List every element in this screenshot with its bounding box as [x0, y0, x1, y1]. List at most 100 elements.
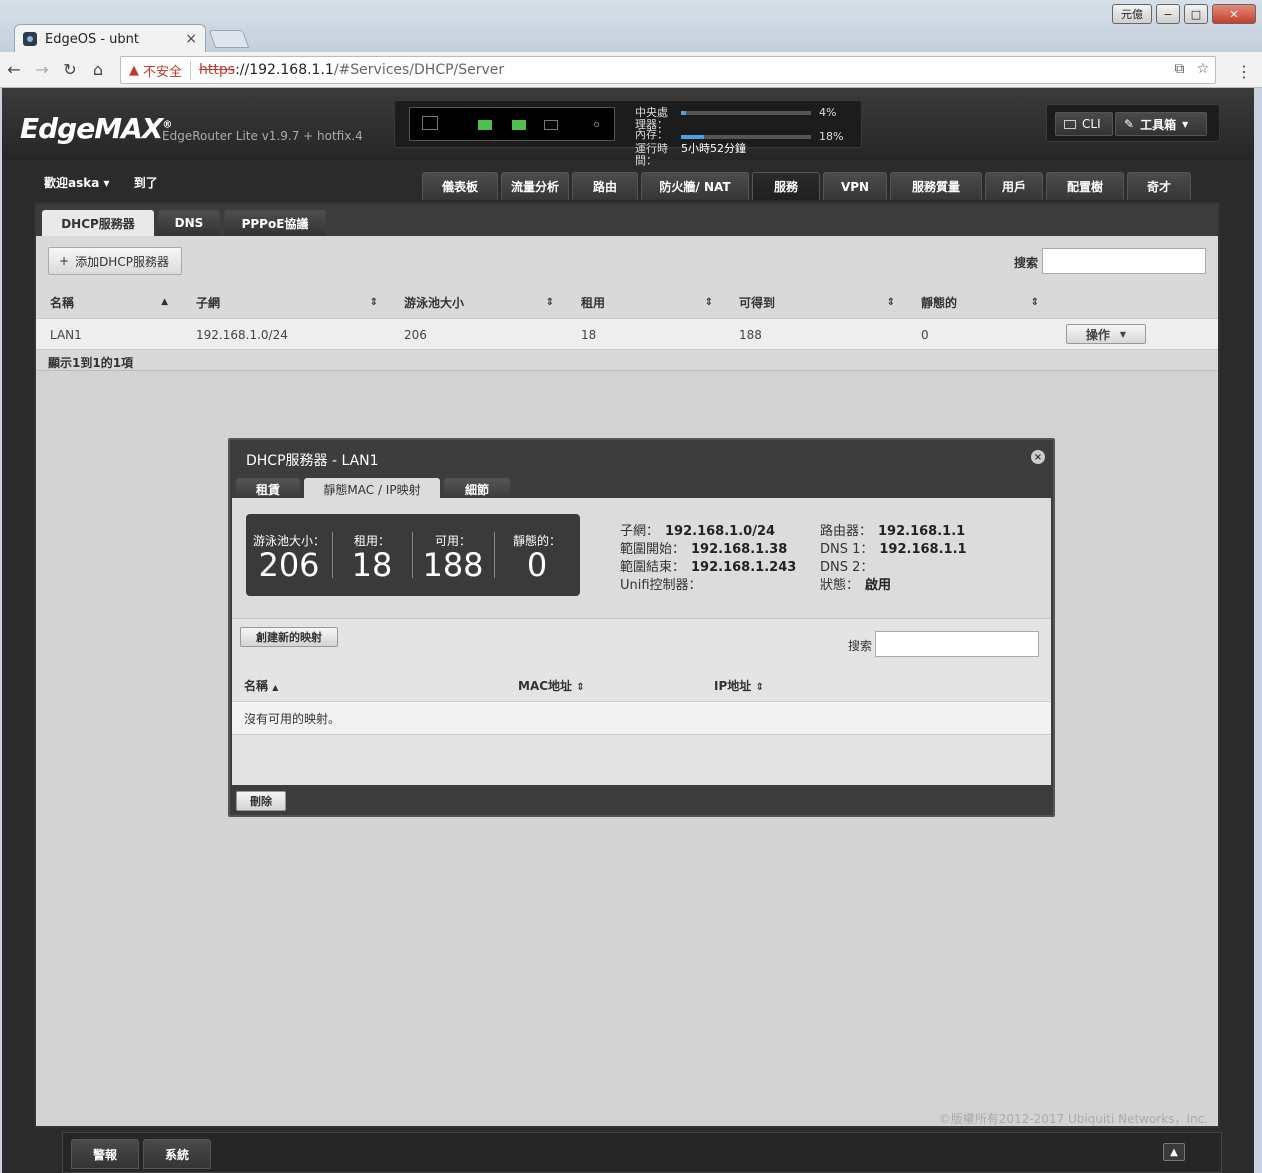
col-header-mapping-name[interactable]: 名稱 ▲	[244, 677, 278, 694]
sort-icon: ⇕	[704, 296, 713, 308]
memory-bar-fill	[681, 135, 705, 139]
info-unifi-controller: Unifi控制器：	[620, 578, 702, 593]
col-header-leased[interactable]: 租用 ⇕	[581, 286, 713, 318]
back-icon[interactable]: ←	[0, 60, 28, 79]
url-path: /#Services/DHCP/Server	[333, 62, 505, 78]
tab-leases[interactable]: 租賃	[236, 478, 300, 500]
nav-config-tree[interactable]: 配置樹	[1046, 172, 1124, 200]
tab-dhcp-server[interactable]: DHCP服務器	[42, 210, 154, 236]
static-mapping-section: 創建新的映射 搜索 名稱 ▲ MAC地址 ⇕ IP地址 ⇕ 沒有可用的映射。	[232, 618, 1051, 785]
plus-icon: +	[59, 254, 70, 268]
nav-services[interactable]: 服務	[752, 172, 820, 200]
col-header-name[interactable]: 名稱 ▲	[50, 286, 168, 318]
tab-details[interactable]: 細節	[444, 478, 510, 500]
service-subtabs: DHCP服務器 DNS PPPoE協議	[36, 204, 1218, 236]
translate-icon[interactable]: ⧉	[1174, 61, 1184, 77]
maximize-button[interactable]: □	[1184, 4, 1208, 24]
new-tab-button[interactable]	[208, 30, 250, 48]
nav-wizards[interactable]: 奇才	[1127, 172, 1191, 200]
url-protocol: https	[199, 62, 236, 78]
console-port-icon	[422, 116, 438, 130]
window-controls: 元億 − □ ✕	[1112, 4, 1256, 24]
tab-close-icon[interactable]: ×	[185, 31, 197, 47]
address-bar[interactable]: ▲ 不安全 https ://192.168.1.1 /#Services/DH…	[120, 56, 1216, 84]
browser-tab[interactable]: EdgeOS - ubnt ×	[14, 24, 206, 53]
not-secure-label: 不安全	[143, 60, 192, 80]
col-header-pool-size[interactable]: 游泳池大小 ⇕	[404, 286, 554, 318]
add-dhcp-server-button[interactable]: + 添加DHCP服務器	[48, 247, 182, 275]
eth2-port-icon	[544, 120, 558, 130]
tab-pppoe[interactable]: PPPoE協議	[224, 210, 326, 236]
close-icon[interactable]: ×	[1031, 450, 1045, 464]
memory-percent: 18%	[819, 130, 844, 143]
warning-icon: ▲	[129, 62, 139, 78]
col-header-mac[interactable]: MAC地址 ⇕	[518, 677, 585, 694]
dhcp-server-dialog: DHCP服務器 - LAN1 × 租賃 靜態MAC / IP映射 細節 游泳池大…	[228, 438, 1055, 817]
sort-icon: ⇕	[369, 296, 378, 308]
bottom-bar: 警報 系統 ▲	[62, 1132, 1222, 1173]
system-button[interactable]: 系統	[143, 1139, 211, 1169]
alerts-button[interactable]: 警報	[71, 1139, 139, 1169]
info-subnet: 子網： 192.168.1.0/24	[620, 524, 776, 539]
nav-vpn[interactable]: VPN	[823, 172, 887, 200]
search-input[interactable]	[1042, 248, 1206, 274]
table-row[interactable]: LAN1 192.168.1.0/24 206 18 188 0 操作 ▼	[36, 318, 1218, 350]
tab-dns[interactable]: DNS	[158, 210, 220, 236]
toolbox-button[interactable]: ✎ 工具箱 ▼	[1115, 112, 1207, 136]
edgemax-logo: EdgeMAX®	[20, 112, 172, 145]
cpu-percent: 4%	[819, 106, 837, 119]
tab-static-mapping[interactable]: 靜態MAC / IP映射	[304, 478, 440, 500]
bookmark-star-icon[interactable]: ☆	[1196, 61, 1209, 77]
sort-icon: ⇕	[886, 296, 895, 308]
cell-available: 188	[739, 328, 762, 342]
col-header-available[interactable]: 可得到 ⇕	[739, 286, 895, 318]
chevron-up-icon[interactable]: ▲	[1163, 1143, 1185, 1161]
nav-traffic-analysis[interactable]: 流量分析	[501, 172, 569, 200]
status-panel: 中央處理器： 4% 內存： 18% 運行時間： 5小時52分鐘	[394, 100, 862, 167]
copyright: ©版權所有2012-2017 Ubiquiti Networks，Inc.	[938, 1112, 1208, 1126]
sort-icon: ⇕	[576, 682, 585, 693]
nav-qos[interactable]: 服務質量	[890, 172, 982, 200]
nav-dashboard[interactable]: 儀表板	[422, 172, 498, 200]
col-header-ip[interactable]: IP地址 ⇕	[714, 677, 764, 694]
cell-subnet: 192.168.1.0/24	[196, 328, 288, 342]
dialog-title: DHCP服務器 - LAN1	[246, 453, 379, 469]
summary-available: 可用： 188	[422, 534, 484, 584]
uptime-value: 5小時52分鐘	[681, 142, 746, 155]
nav-users[interactable]: 用戶	[985, 172, 1043, 200]
url-host: ://192.168.1.1	[235, 62, 334, 78]
col-header-static[interactable]: 靜態的 ⇕	[921, 286, 1039, 318]
profile-button[interactable]: 元億	[1112, 4, 1152, 24]
uptime-label: 運行時間：	[635, 142, 668, 167]
delete-button[interactable]: 刪除	[236, 791, 286, 811]
sort-asc-icon: ▲	[272, 683, 279, 692]
info-dns1: DNS 1： 192.168.1.1	[820, 542, 967, 557]
nav-routing[interactable]: 路由	[572, 172, 638, 200]
logout-link[interactable]: 到了	[134, 176, 158, 190]
welcome-user[interactable]: 歡迎aska ▾	[44, 176, 110, 190]
create-mapping-button[interactable]: 創建新的映射	[240, 627, 338, 647]
browser-toolbar: ← → ↻ ⌂ ▲ 不安全 https ://192.168.1.1 /#Ser…	[0, 52, 1262, 88]
table-footer-count: 顯示1到1的1項	[48, 356, 134, 370]
dialog-body: 游泳池大小： 206 租用： 18 可用： 188 靜態的： 0 子網： 192.168.…	[232, 498, 1051, 785]
forward-icon[interactable]: →	[28, 60, 56, 79]
actions-button[interactable]: 操作 ▼	[1066, 324, 1146, 344]
reload-icon[interactable]: ↻	[56, 60, 84, 79]
port-status	[409, 107, 615, 141]
sort-asc-icon: ▲	[161, 297, 168, 307]
home-icon[interactable]: ⌂	[84, 60, 112, 79]
mapping-search-input[interactable]	[875, 631, 1039, 657]
minimize-button[interactable]: −	[1156, 4, 1180, 24]
cell-leased: 18	[581, 328, 597, 342]
col-header-subnet[interactable]: 子網 ⇕	[196, 286, 378, 318]
nav-firewall-nat[interactable]: 防火牆/ NAT	[641, 172, 749, 200]
search-label: 搜索	[1014, 256, 1039, 270]
user-menu[interactable]: 歡迎aska ▾ 到了	[44, 174, 178, 191]
close-window-button[interactable]: ✕	[1212, 4, 1256, 24]
sort-icon: ⇕	[755, 682, 764, 693]
cell-static: 0	[921, 328, 929, 342]
browser-menu-icon[interactable]: ⋮	[1236, 62, 1252, 81]
reset-led-icon	[594, 122, 599, 127]
cli-button[interactable]: CLI	[1055, 112, 1113, 136]
tools-box: CLI ✎ 工具箱 ▼	[1046, 104, 1220, 142]
